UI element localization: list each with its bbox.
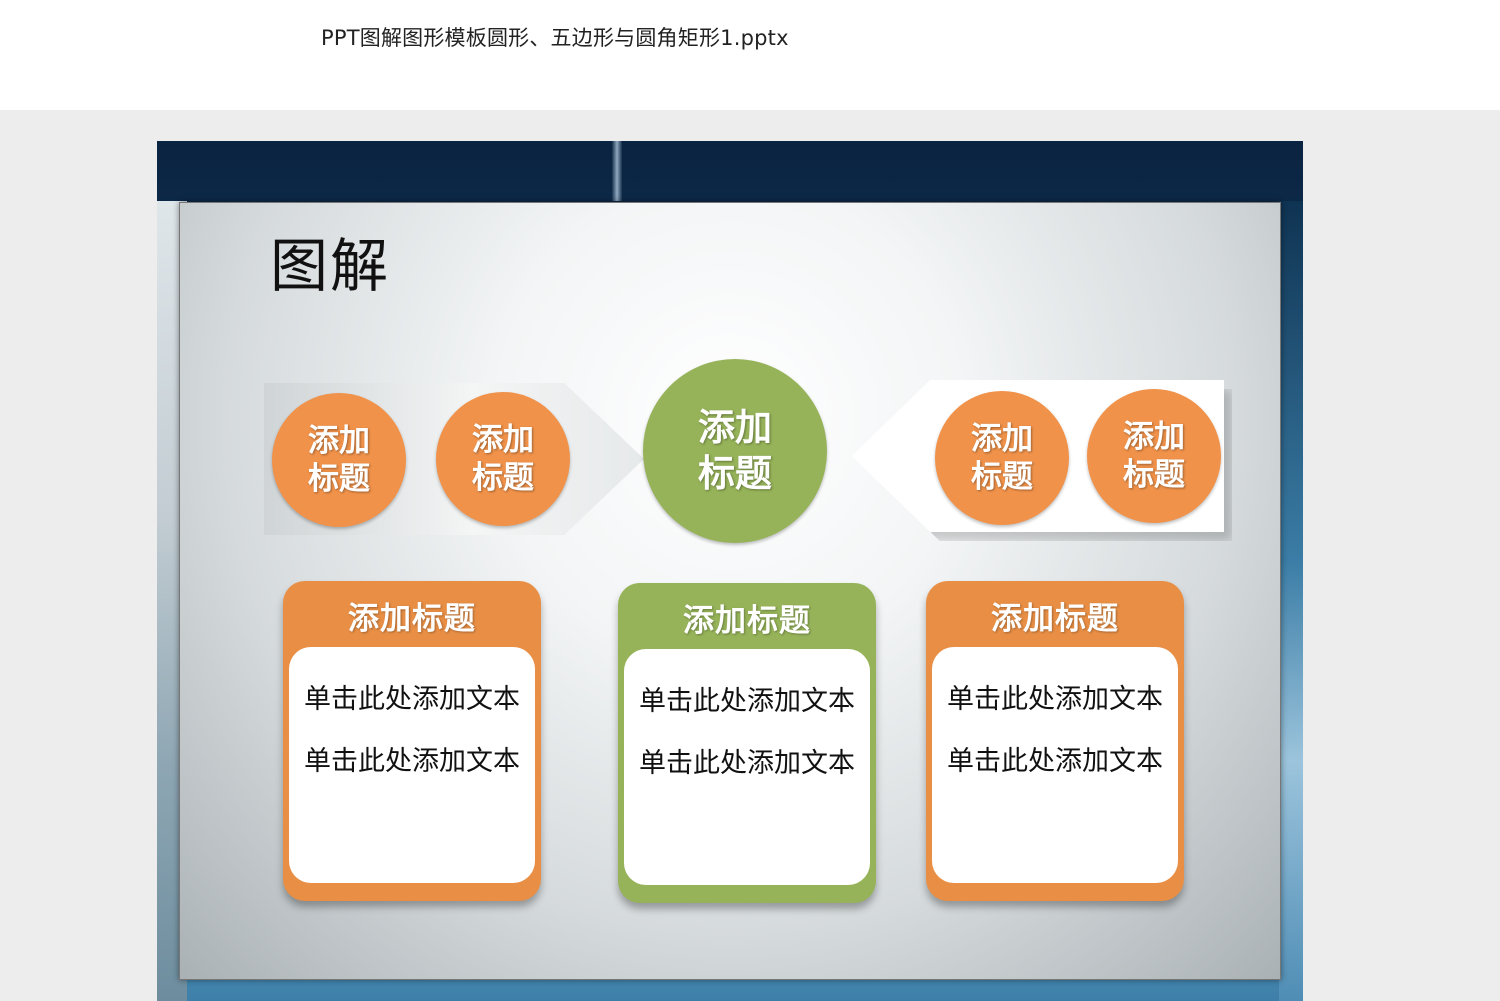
card-3: 添加标题 单击此处添加文本 单击此处添加文本	[926, 581, 1184, 901]
card-text-line: 单击此处添加文本	[639, 686, 855, 717]
card-text-line: 单击此处添加文本	[947, 684, 1163, 715]
card-2: 添加标题 单击此处添加文本 单击此处添加文本	[618, 583, 876, 903]
background-right-edge	[1279, 201, 1303, 1001]
left-circle-1: 添加 标题	[272, 393, 406, 527]
circle-label-line1: 添加	[308, 423, 370, 459]
circle-label-line2: 标题	[971, 459, 1033, 495]
circle-label-line1: 添加	[698, 406, 772, 449]
slide-preview: 图解 添加 标题 添加 标题 添加 标题 添加 标题 添加 标题 添加标题 单击此处添加文…	[157, 141, 1303, 1001]
card-text-line: 单击此处添加文本	[304, 746, 520, 777]
center-circle: 添加 标题	[643, 359, 827, 543]
circle-label-line2: 标题	[698, 452, 772, 495]
slide-content-panel: 图解 添加 标题 添加 标题 添加 标题 添加 标题 添加 标题 添加标题 单击此处添加文…	[179, 202, 1281, 980]
background-light-streak	[612, 141, 622, 201]
card-text-line: 单击此处添加文本	[304, 684, 520, 715]
circle-label-line1: 添加	[1123, 419, 1185, 455]
card-body: 单击此处添加文本 单击此处添加文本	[932, 647, 1178, 883]
slide-heading: 图解	[270, 232, 391, 300]
circle-label-line2: 标题	[308, 461, 370, 497]
card-body: 单击此处添加文本 单击此处添加文本	[624, 649, 870, 885]
card-body: 单击此处添加文本 单击此处添加文本	[289, 647, 535, 883]
circle-label-line1: 添加	[971, 421, 1033, 457]
right-circle-2: 添加 标题	[1087, 389, 1221, 523]
circle-label-line1: 添加	[472, 422, 534, 458]
document-header: PPT图解图形模板圆形、五边形与圆角矩形1.pptx	[0, 0, 1500, 110]
card-title: 添加标题	[991, 601, 1119, 637]
card-title: 添加标题	[348, 601, 476, 637]
circle-label-line2: 标题	[472, 460, 534, 496]
card-text-line: 单击此处添加文本	[639, 748, 855, 779]
document-title: PPT图解图形模板圆形、五边形与圆角矩形1.pptx	[321, 26, 789, 50]
circle-label-line2: 标题	[1123, 457, 1185, 493]
left-circle-2: 添加 标题	[436, 392, 570, 526]
card-1: 添加标题 单击此处添加文本 单击此处添加文本	[283, 581, 541, 901]
right-circle-1: 添加 标题	[935, 391, 1069, 525]
card-text-line: 单击此处添加文本	[947, 746, 1163, 777]
card-title: 添加标题	[683, 603, 811, 639]
